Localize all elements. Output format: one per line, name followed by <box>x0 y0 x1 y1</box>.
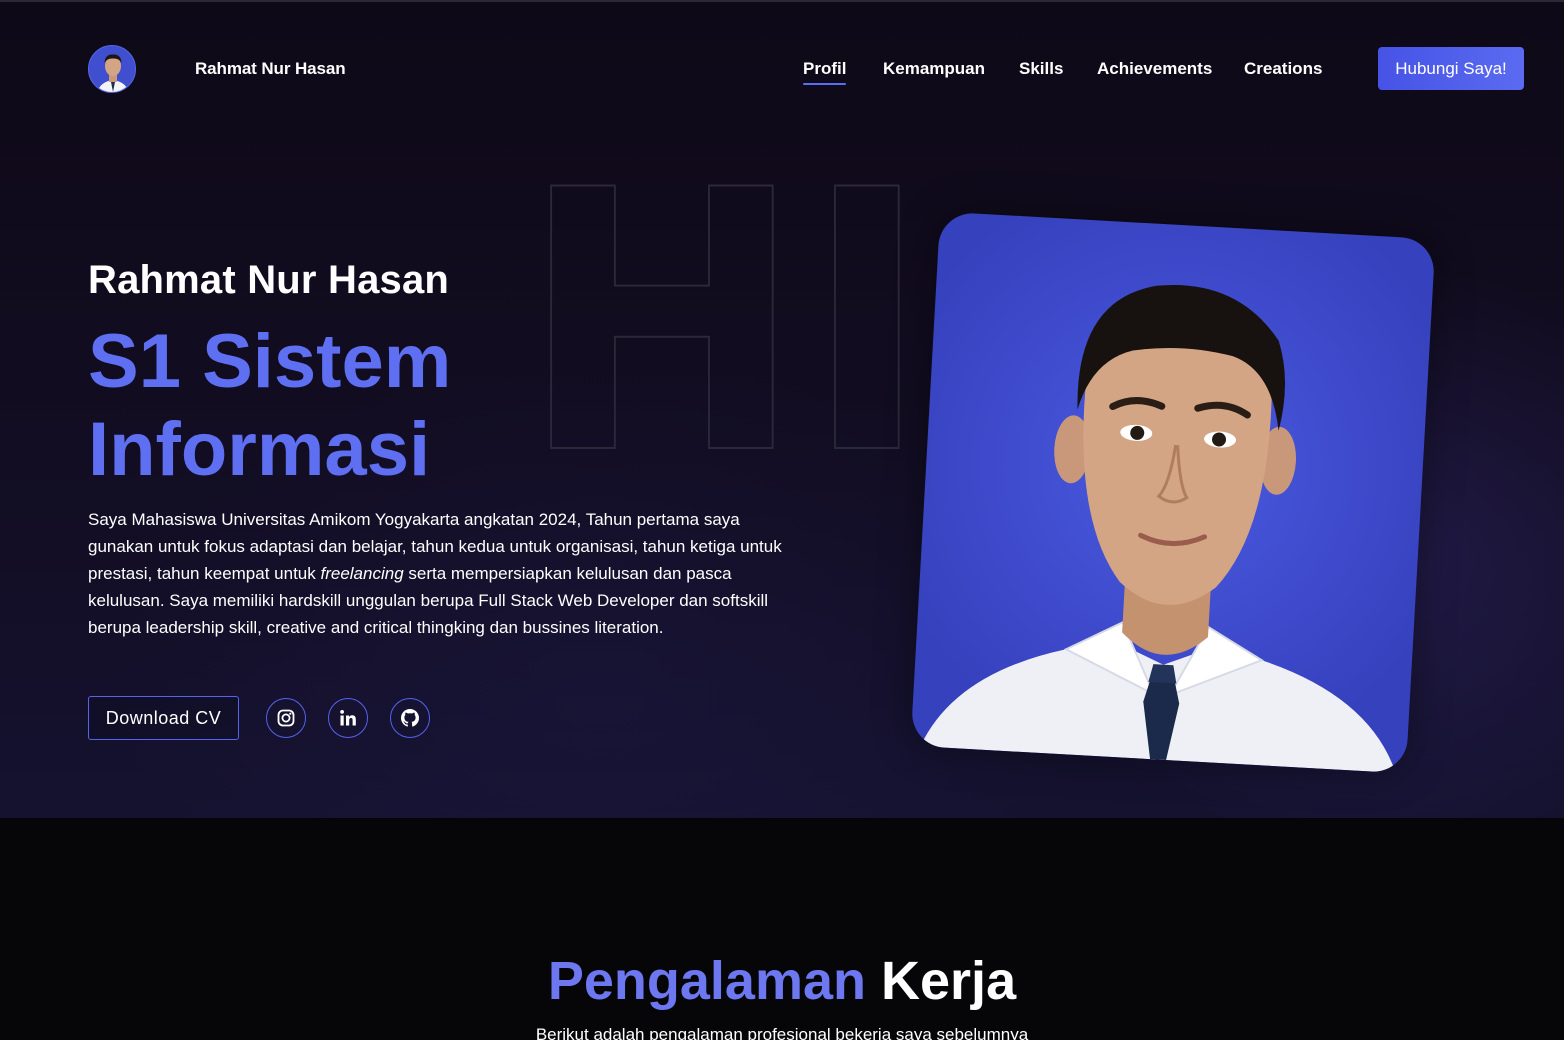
hero-title-line1: S1 Sistem <box>88 319 452 404</box>
portrait-illustration <box>920 285 1396 773</box>
experience-subtitle: Berikut adalah pengalaman profesional be… <box>535 1025 1029 1040</box>
instagram-icon <box>277 709 295 727</box>
nav-link-achievements[interactable]: Achievements <box>1097 59 1212 79</box>
experience-title-word2: Kerja <box>881 951 1017 1011</box>
experience-title: Pengalaman Kerja <box>0 950 1564 1012</box>
hero-title: S1 Sistem Informasi <box>88 318 548 494</box>
linkedin-link[interactable] <box>328 698 368 738</box>
instagram-link[interactable] <box>266 698 306 738</box>
hero-section: Rahmat Nur Hasan Profil Kemampuan Skills… <box>0 0 1564 818</box>
profile-photo <box>910 211 1436 774</box>
github-link[interactable] <box>390 698 430 738</box>
hero-title-line2: Informasi <box>88 407 431 492</box>
hero-description-emphasis: freelancing <box>320 564 404 583</box>
avatar-portrait-icon <box>89 46 135 92</box>
download-cv-button[interactable]: Download CV <box>88 696 239 740</box>
background-hi-glyphs: HI <box>520 178 930 458</box>
nav-avatar[interactable] <box>88 45 136 93</box>
experience-title-word1: Pengalaman <box>547 951 866 1011</box>
contact-button[interactable]: Hubungi Saya! <box>1378 47 1524 90</box>
nav-link-kemampuan[interactable]: Kemampuan <box>883 59 985 79</box>
nav-link-skills[interactable]: Skills <box>1019 59 1063 79</box>
linkedin-icon <box>340 710 356 726</box>
top-border <box>0 0 1564 2</box>
nav-link-creations[interactable]: Creations <box>1244 59 1322 79</box>
nav-link-profil[interactable]: Profil <box>803 59 847 85</box>
brand-name[interactable]: Rahmat Nur Hasan <box>195 59 346 79</box>
github-icon <box>401 709 419 727</box>
hero-description: Saya Mahasiswa Universitas Amikom Yogyak… <box>88 506 793 641</box>
background-hi-text: HI <box>520 178 931 458</box>
hero-name: Rahmat Nur Hasan <box>88 258 450 302</box>
